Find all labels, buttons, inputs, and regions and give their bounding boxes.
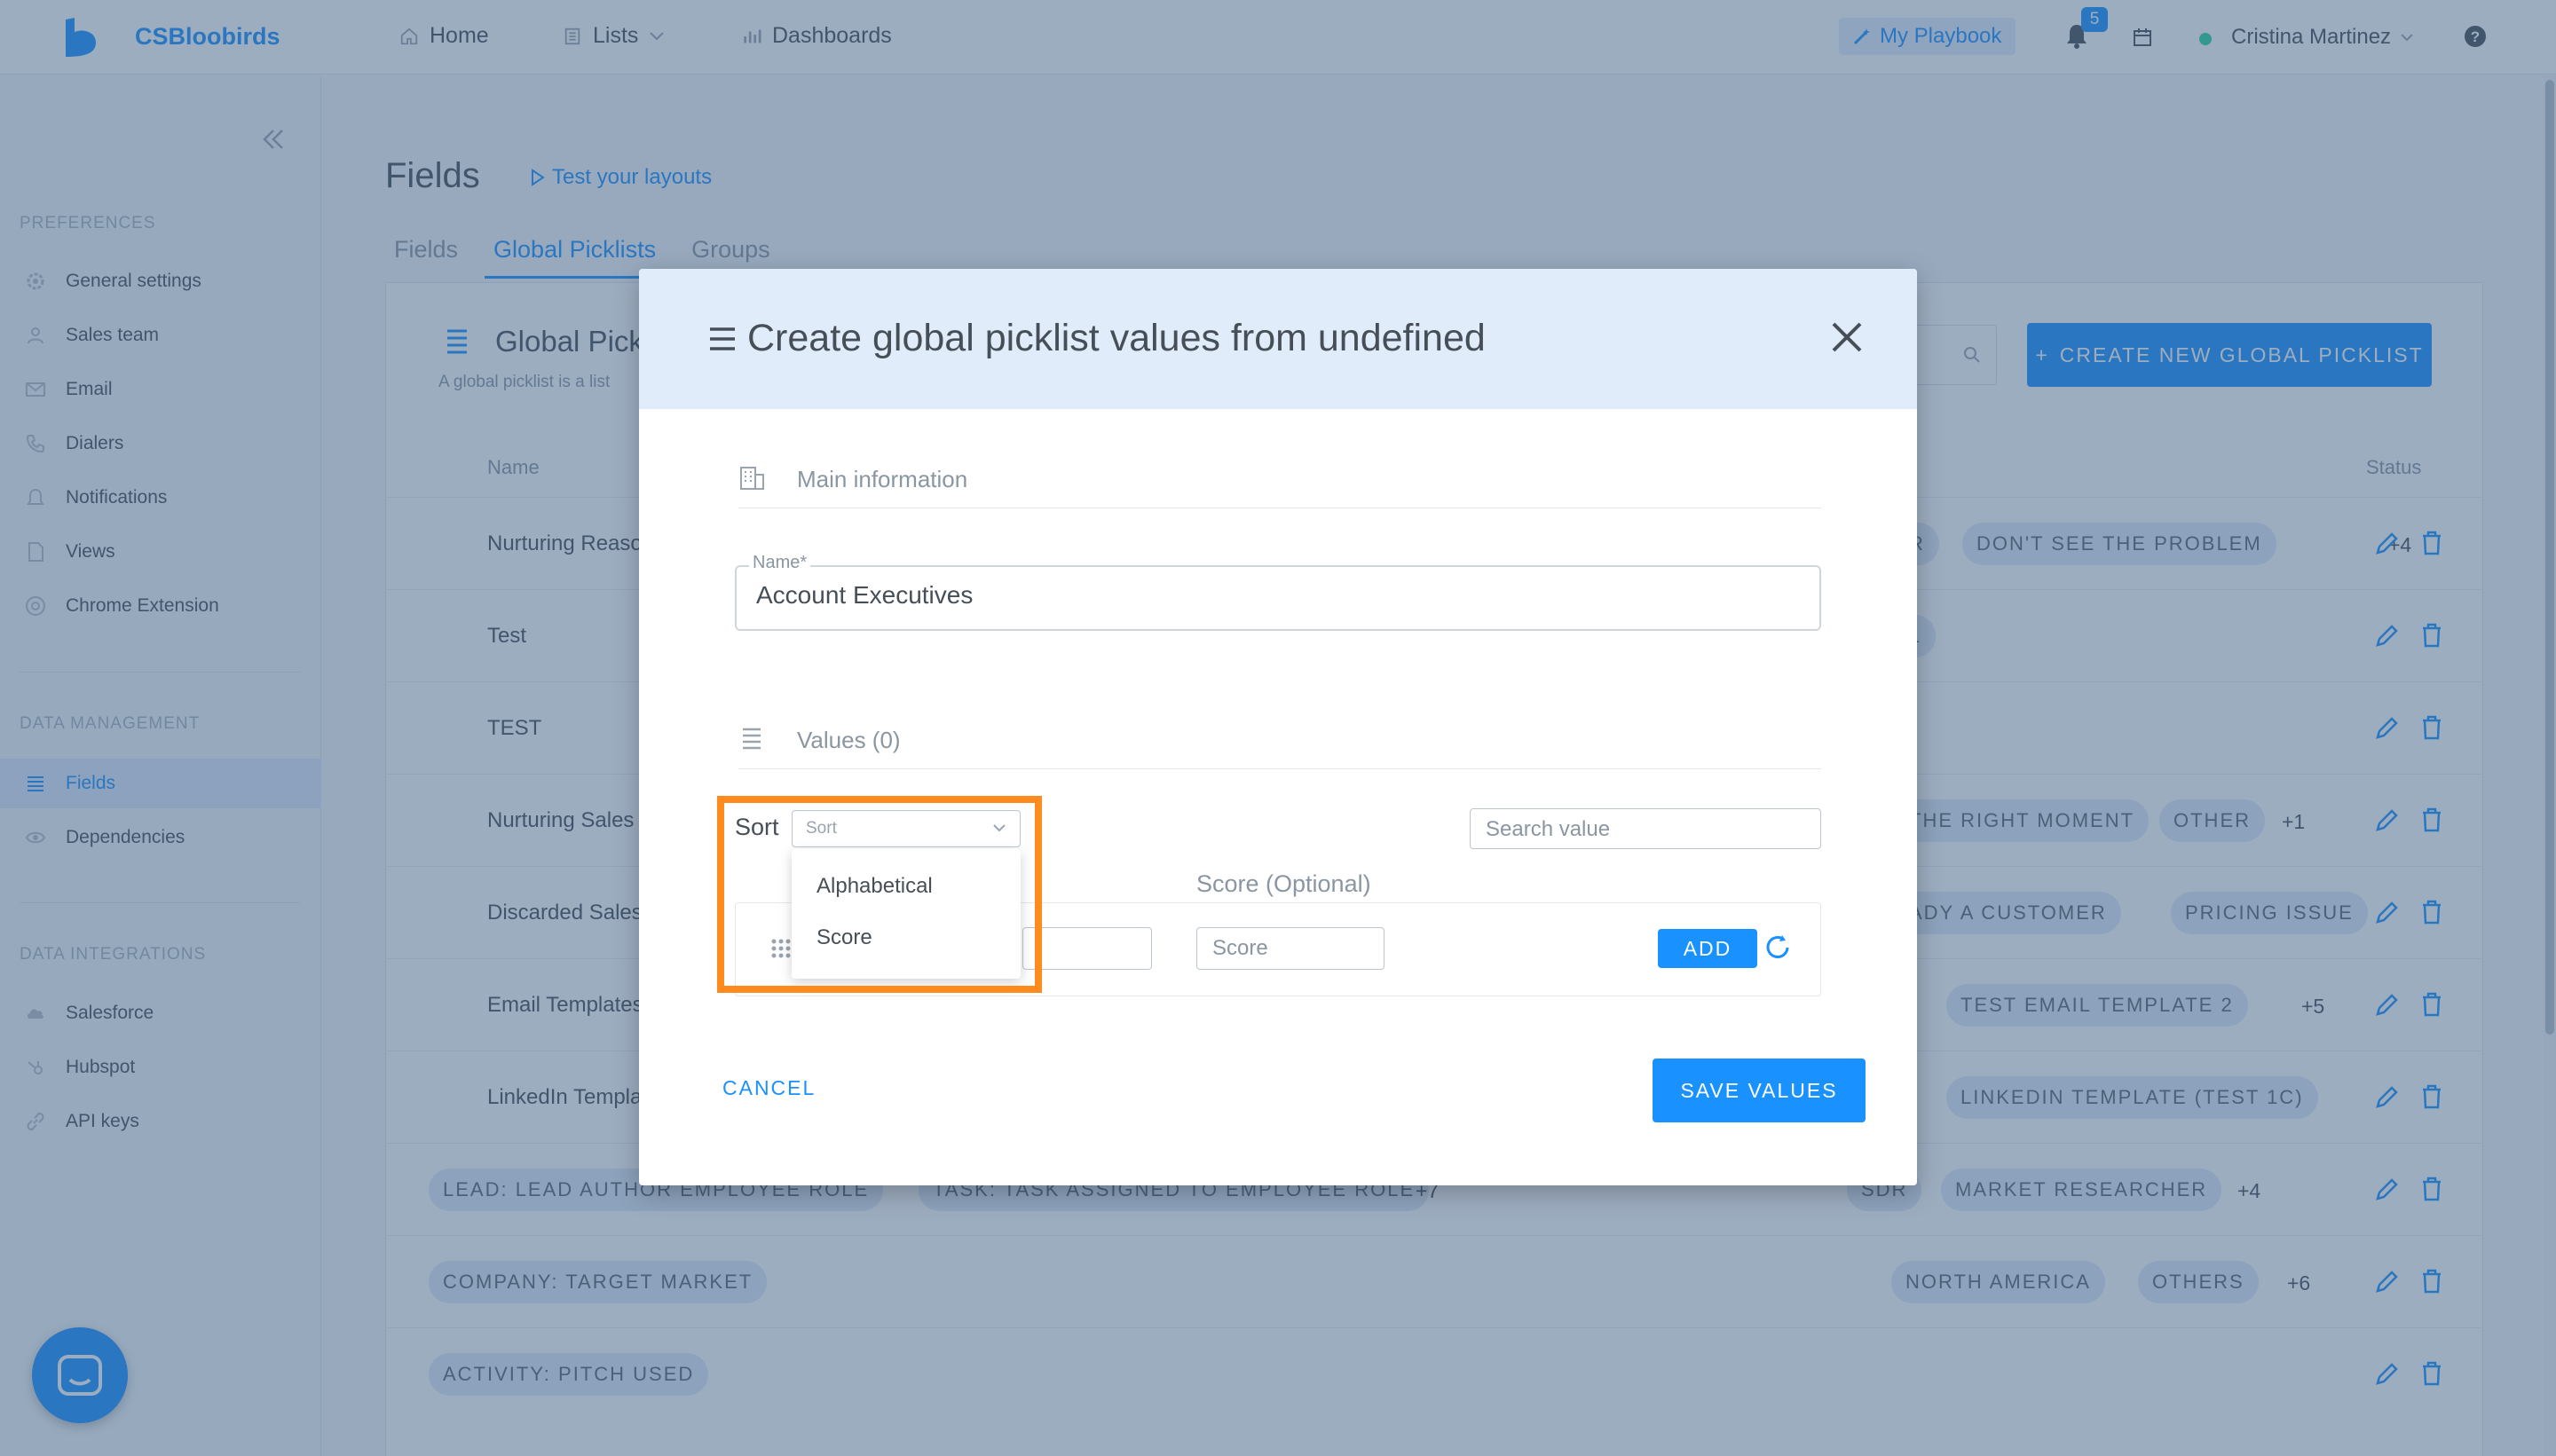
refresh-icon[interactable] <box>1763 933 1793 963</box>
score-column-label: Score (Optional) <box>1196 870 1371 897</box>
values-section: Values (0) <box>738 707 1821 769</box>
main-information-label: Main information <box>797 466 968 492</box>
search-value-placeholder: Search value <box>1486 817 1611 841</box>
modal-title: Create global picklist values from undef… <box>747 317 1486 359</box>
name-field-value: Account Executives <box>756 581 974 609</box>
close-icon[interactable] <box>1828 319 1866 356</box>
add-value-button[interactable]: ADD <box>1658 929 1757 968</box>
values-section-label: Values (0) <box>797 727 901 753</box>
annotation-highlight-box <box>717 796 1042 993</box>
score-input-placeholder: Score <box>1212 936 1268 960</box>
create-picklist-values-modal: Create global picklist values from undef… <box>639 269 1917 1185</box>
cancel-button[interactable]: CANCEL <box>722 1076 816 1100</box>
save-values-button[interactable]: SAVE VALUES <box>1653 1059 1866 1122</box>
main-information-section: Main information <box>738 446 1821 508</box>
name-field-label: Name* <box>749 553 811 573</box>
list-icon <box>743 728 761 750</box>
menu-icon <box>710 327 735 350</box>
building-icon <box>740 467 764 490</box>
